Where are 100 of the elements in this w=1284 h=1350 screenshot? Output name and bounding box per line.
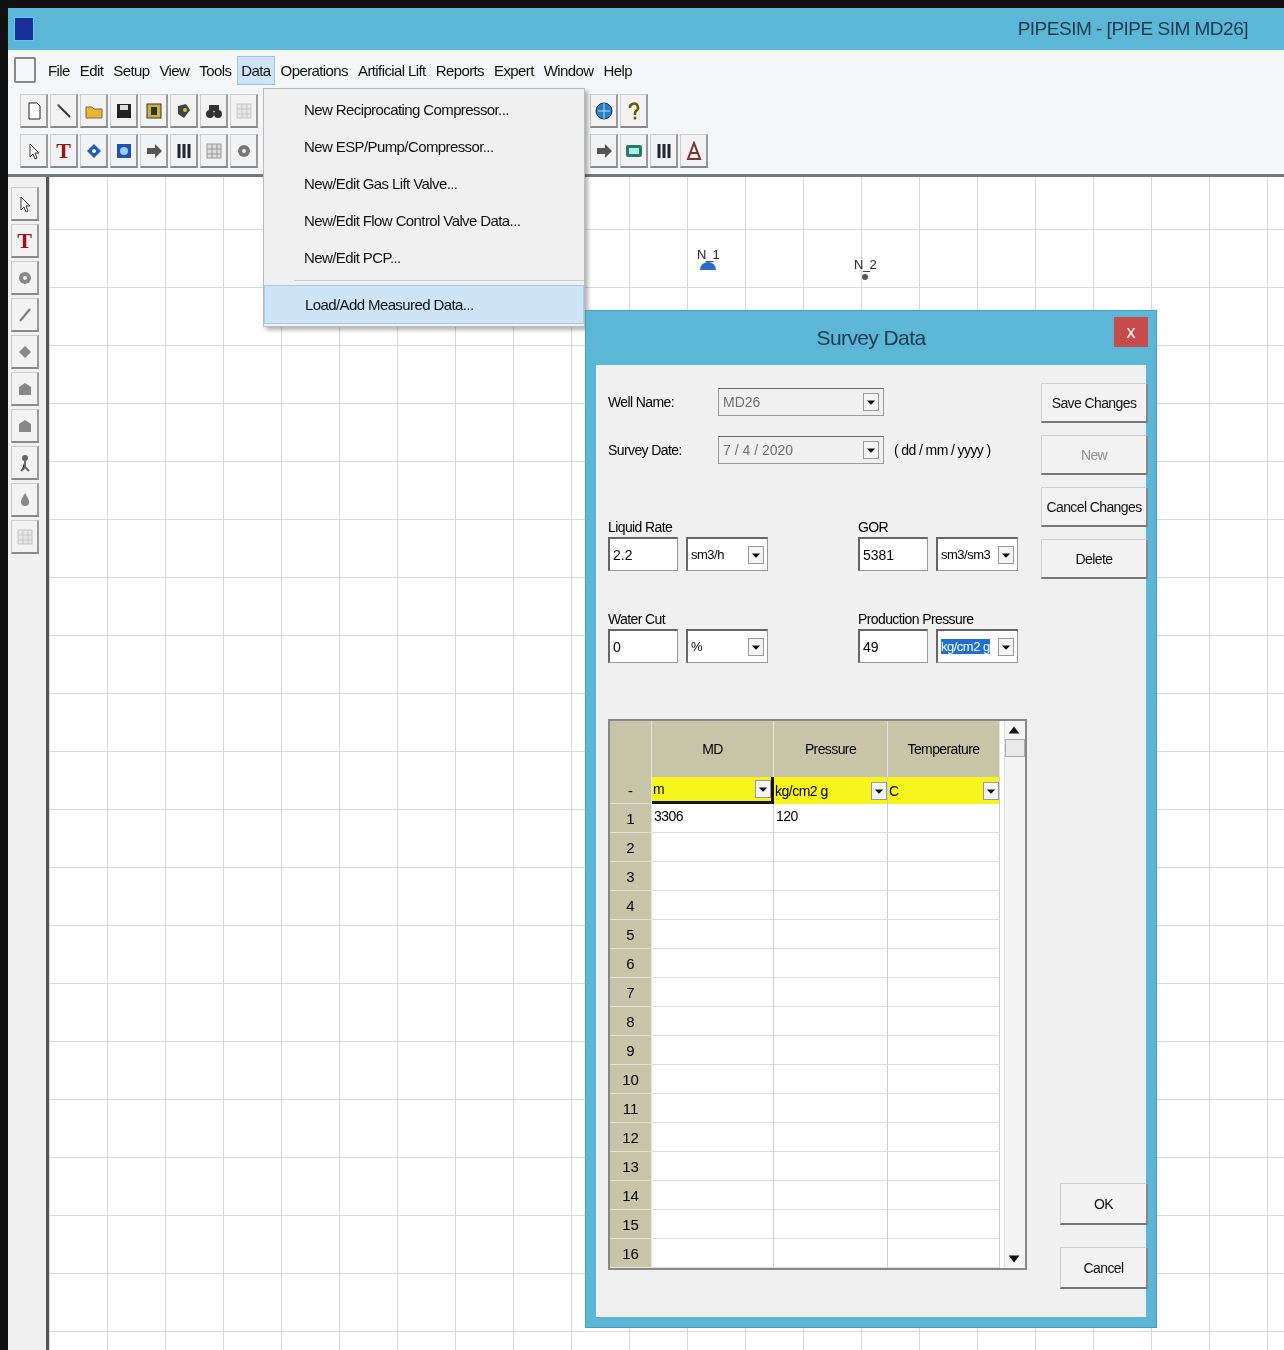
table-cell[interactable] xyxy=(888,1065,1000,1094)
menu-item[interactable]: View xyxy=(155,55,194,85)
table-cell[interactable] xyxy=(774,1036,888,1065)
toolbar-button[interactable] xyxy=(140,94,168,128)
toolbar-button[interactable] xyxy=(140,134,168,168)
menu-item[interactable]: Reports xyxy=(431,55,488,85)
unit-dropdown[interactable]: sm3/sm3 xyxy=(936,537,1018,571)
table-cell[interactable] xyxy=(888,804,1000,833)
table-cell[interactable] xyxy=(888,1036,1000,1065)
input-field[interactable]: 2.2 xyxy=(608,537,678,571)
dialog-button[interactable]: Cancel xyxy=(1060,1247,1148,1289)
table-cell[interactable] xyxy=(652,1036,774,1065)
column-header[interactable]: Temperature xyxy=(888,721,1000,777)
table-cell[interactable]: 120 xyxy=(774,804,888,833)
table-cell[interactable] xyxy=(774,920,888,949)
table-cell[interactable] xyxy=(774,1007,888,1036)
menu-item[interactable]: Load/Add Measured Data... xyxy=(264,285,584,324)
toolbar-button[interactable] xyxy=(680,134,708,168)
table-cell[interactable] xyxy=(888,1007,1000,1036)
toolbar-button[interactable] xyxy=(590,134,618,168)
table-cell[interactable] xyxy=(774,978,888,1007)
table-cell[interactable] xyxy=(774,833,888,862)
table-cell[interactable] xyxy=(774,862,888,891)
table-cell[interactable] xyxy=(652,1065,774,1094)
table-cell[interactable] xyxy=(888,978,1000,1007)
table-cell[interactable] xyxy=(774,1210,888,1239)
unit-dropdown[interactable]: % xyxy=(686,629,768,663)
column-header[interactable]: Pressure xyxy=(774,721,888,777)
table-cell[interactable] xyxy=(652,1007,774,1036)
table-cell[interactable] xyxy=(888,1094,1000,1123)
input-field[interactable]: 5381 xyxy=(858,537,928,571)
table-cell[interactable] xyxy=(652,978,774,1007)
menu-item[interactable]: New/Edit Flow Control Valve Data... xyxy=(264,202,584,239)
table-cell[interactable] xyxy=(774,1065,888,1094)
table-cell[interactable] xyxy=(888,949,1000,978)
table-cell[interactable] xyxy=(652,891,774,920)
unit-dropdown[interactable]: m xyxy=(652,777,774,804)
table-cell[interactable] xyxy=(652,833,774,862)
table-cell[interactable] xyxy=(774,1152,888,1181)
toolbar-button[interactable] xyxy=(200,94,228,128)
input-field[interactable]: 0 xyxy=(608,629,678,663)
menu-item[interactable]: Window xyxy=(539,55,598,85)
dialog-button[interactable]: OK xyxy=(1060,1183,1148,1225)
table-cell[interactable] xyxy=(774,1181,888,1210)
table-cell[interactable] xyxy=(888,1210,1000,1239)
menu-item[interactable]: Edit xyxy=(75,55,108,85)
menu-item[interactable]: Operations xyxy=(276,55,352,85)
table-cell[interactable] xyxy=(888,1181,1000,1210)
dialog-button[interactable]: Cancel Changes xyxy=(1041,487,1148,527)
dialog-button[interactable]: Save Changes xyxy=(1041,383,1148,423)
menu-item[interactable]: Tools xyxy=(195,55,236,85)
document-icon[interactable] xyxy=(14,57,36,83)
menu-item[interactable]: Help xyxy=(599,55,636,85)
table-cell[interactable] xyxy=(652,862,774,891)
table-cell[interactable] xyxy=(774,949,888,978)
menu-item[interactable]: New/Edit PCP... xyxy=(264,239,584,276)
toolbar-button[interactable] xyxy=(110,134,138,168)
table-cell[interactable] xyxy=(652,1094,774,1123)
unit-dropdown[interactable]: kg/cm2 g xyxy=(774,777,888,804)
toolbar-button[interactable]: T xyxy=(50,134,78,168)
table-cell[interactable] xyxy=(888,1123,1000,1152)
table-cell[interactable] xyxy=(774,1094,888,1123)
menu-item[interactable]: File xyxy=(44,55,74,85)
menu-item[interactable]: Artificial Lift xyxy=(354,55,430,85)
toolbar-button[interactable] xyxy=(11,187,39,221)
toolbar-button[interactable]: T xyxy=(11,224,39,258)
table-cell[interactable] xyxy=(888,862,1000,891)
toolbar-button[interactable] xyxy=(110,94,138,128)
table-cell[interactable] xyxy=(888,1152,1000,1181)
table-cell[interactable] xyxy=(652,1239,774,1268)
table-cell[interactable] xyxy=(774,1239,888,1268)
table-cell[interactable] xyxy=(888,920,1000,949)
scroll-thumb[interactable] xyxy=(1005,739,1025,757)
table-cell[interactable] xyxy=(652,1181,774,1210)
toolbar-button[interactable] xyxy=(590,94,618,128)
scrollbar[interactable] xyxy=(1004,721,1025,1268)
table-cell[interactable] xyxy=(652,1210,774,1239)
junction-node-icon[interactable] xyxy=(862,274,869,280)
column-header[interactable]: MD xyxy=(652,721,774,777)
menu-item[interactable]: Data xyxy=(237,55,275,85)
table-cell[interactable] xyxy=(888,1239,1000,1268)
menu-item[interactable]: New Reciprocating Compressor... xyxy=(264,91,584,128)
table-cell[interactable] xyxy=(888,891,1000,920)
input-field[interactable]: 49 xyxy=(858,629,928,663)
source-node-icon[interactable] xyxy=(700,262,717,270)
table-cell[interactable]: 3306 xyxy=(652,804,774,833)
table-cell[interactable] xyxy=(652,1123,774,1152)
unit-dropdown[interactable]: sm3/h xyxy=(686,537,768,571)
menu-item[interactable]: Setup xyxy=(109,55,154,85)
close-button[interactable]: x xyxy=(1114,317,1148,347)
toolbar-button[interactable] xyxy=(170,134,198,168)
unit-dropdown[interactable]: C xyxy=(888,777,1000,804)
toolbar-button[interactable] xyxy=(20,134,48,168)
toolbar-button[interactable] xyxy=(620,94,648,128)
table-cell[interactable] xyxy=(652,920,774,949)
dialog-button[interactable]: Delete xyxy=(1041,539,1148,579)
table-cell[interactable] xyxy=(888,833,1000,862)
table-cell[interactable] xyxy=(774,891,888,920)
toolbar-button[interactable] xyxy=(50,94,78,128)
table-cell[interactable] xyxy=(652,949,774,978)
